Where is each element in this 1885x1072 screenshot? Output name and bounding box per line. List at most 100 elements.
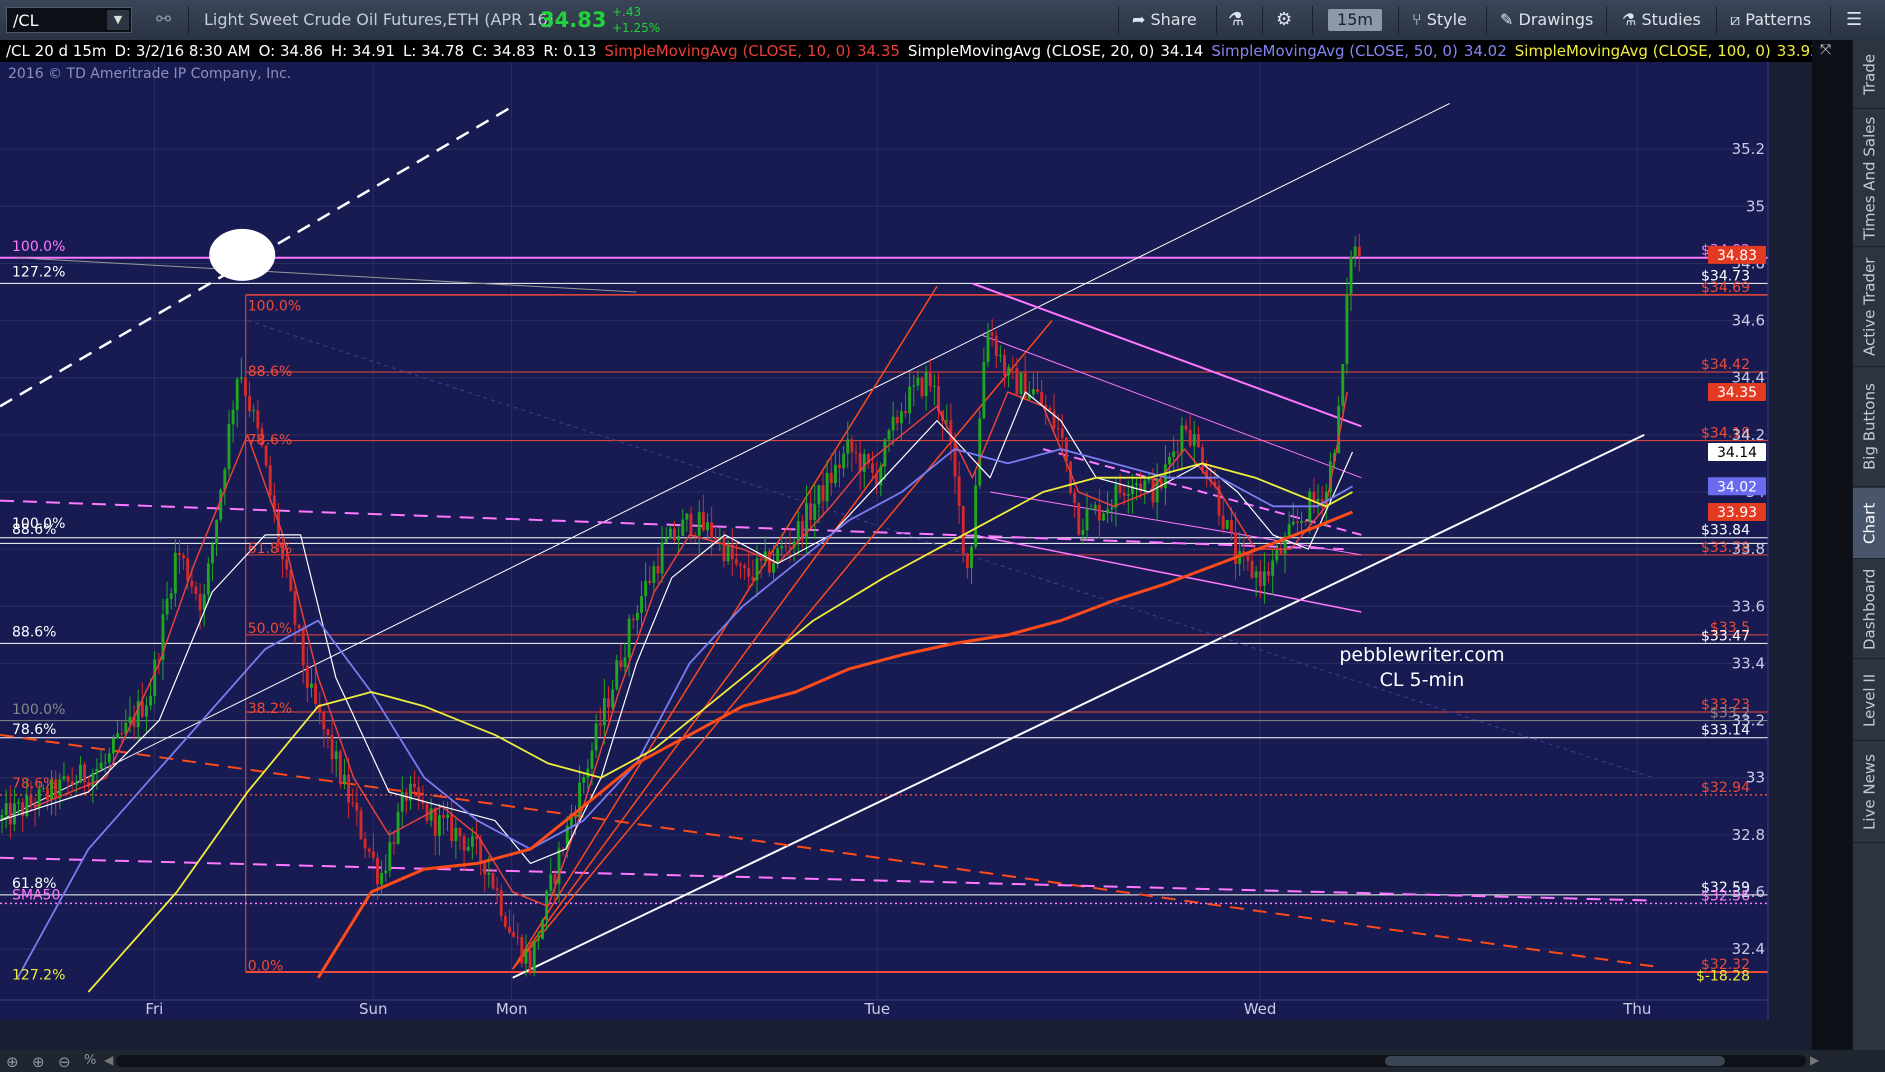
candle-body [12, 803, 16, 825]
candle-body [912, 385, 916, 387]
sma50-value: 34.02 [1463, 42, 1507, 60]
tab-trade[interactable]: Trade [1853, 40, 1885, 109]
chart-plot-area[interactable]: $34.82$34.73$34.69$34.42$34.18$33.84$33.… [0, 62, 1770, 1020]
candle-body [904, 411, 907, 414]
patterns-button[interactable]: ⧄ Patterns [1730, 0, 1811, 40]
symbol-input[interactable]: /CL ▼ [6, 7, 132, 33]
percent-scale-icon[interactable]: % [84, 1053, 96, 1068]
tab-active-trader[interactable]: Active Trader [1853, 248, 1885, 367]
tab-live-news[interactable]: Live News [1853, 742, 1885, 843]
candle-body [710, 522, 714, 539]
candle-body [701, 512, 705, 531]
candle-body [767, 551, 771, 573]
candle-body [182, 555, 186, 559]
studies-button[interactable]: ⚗ Studies [1622, 0, 1701, 40]
sma50-label[interactable]: SimpleMovingAvg (CLOSE, 50, 0) [1211, 42, 1457, 60]
sma20-label[interactable]: SimpleMovingAvg (CLOSE, 20, 0) [908, 42, 1154, 60]
candle-body [664, 538, 668, 543]
pan-icon[interactable]: ⊕ [6, 1053, 19, 1071]
candle-body [986, 332, 990, 363]
candle-body [689, 513, 693, 535]
scroll-left-icon[interactable]: ◀ [104, 1053, 113, 1067]
candle-body [916, 377, 920, 386]
sma10-label[interactable]: SimpleMovingAvg (CLOSE, 10, 0) [605, 42, 851, 60]
candle-body [673, 528, 676, 541]
crosshair-toggle-icon[interactable]: ⤧ [1820, 42, 1831, 58]
candle-body [116, 733, 120, 739]
drawings-button[interactable]: ✎ Drawings [1500, 0, 1593, 40]
price-change-pct: +1.25% [612, 21, 661, 35]
zoom-out-icon[interactable]: ⊖ [58, 1053, 71, 1071]
last-price: 34.83 [540, 8, 607, 32]
candle-body [1349, 256, 1353, 295]
tab-dashboard[interactable]: Dashboard [1853, 560, 1885, 659]
style-button[interactable]: ⑂ Style [1412, 0, 1467, 40]
symbol-dropdown-chevron-icon[interactable]: ▼ [107, 10, 129, 30]
candle-body [206, 563, 210, 595]
zoom-in-icon[interactable]: ⊕ [32, 1053, 45, 1071]
candle-body [788, 547, 792, 549]
tab-level-ii[interactable]: Level II [1853, 660, 1885, 741]
candle-body [751, 576, 755, 581]
candle-body [1180, 425, 1184, 453]
candle-body [417, 787, 421, 800]
right-side-panel: Trade Times And Sales Active Trader Big … [1852, 40, 1885, 1050]
candle-body [875, 472, 879, 486]
y-axis-tick-label: 35 [1746, 197, 1765, 215]
flask-studies-icon: ⚗ [1622, 10, 1637, 29]
sma100-label[interactable]: SimpleMovingAvg (CLOSE, 100, 0) [1515, 42, 1771, 60]
fib-label: 78.6% [12, 722, 56, 738]
menu-icon[interactable]: ☰ [1846, 0, 1862, 40]
candle-body [668, 528, 672, 539]
candle-body [635, 612, 639, 621]
fib-label: 78.6% [12, 776, 56, 792]
scroll-right-icon[interactable]: ▶ [1810, 1053, 1819, 1067]
candle-body [83, 764, 87, 783]
fib-label: 88.6% [248, 364, 292, 380]
chart-svg[interactable]: $34.82$34.73$34.69$34.42$34.18$33.84$33.… [0, 62, 1770, 1020]
fib-label: 88.6% [12, 625, 56, 641]
candle-body [796, 521, 800, 542]
sma20-value: 34.14 [1160, 42, 1204, 60]
candle-body [1262, 571, 1266, 586]
candle-body [173, 552, 177, 594]
candle-body [79, 764, 82, 783]
share-button[interactable]: ➦ Share [1132, 0, 1197, 40]
gear-icon[interactable]: ⚙ [1276, 0, 1292, 40]
candle-body [739, 563, 742, 566]
fib-label: 38.2% [248, 701, 292, 717]
tab-big-buttons[interactable]: Big Buttons [1853, 368, 1885, 487]
candle-body [285, 559, 289, 570]
candle-body [425, 803, 429, 821]
candle-body [619, 660, 623, 667]
candle-body [25, 795, 29, 816]
candle-body [541, 919, 544, 939]
link-icon[interactable]: ⚯ [156, 0, 171, 40]
fib-label: SMA50 [12, 888, 60, 904]
candle-body [640, 596, 643, 613]
tab-times-and-sales[interactable]: Times And Sales [1853, 110, 1885, 247]
candle-body [528, 950, 532, 972]
flask-icon[interactable]: ⚗ [1228, 0, 1244, 40]
style-icon: ⑂ [1412, 10, 1422, 29]
candle-body [277, 511, 280, 545]
time-scrollbar-thumb[interactable] [1385, 1056, 1725, 1066]
candle-body [454, 828, 458, 842]
candle-body [1267, 571, 1270, 576]
interval-selector[interactable]: 15m [1328, 9, 1382, 31]
tab-chart[interactable]: Chart [1853, 488, 1885, 559]
bar-high: H: 34.91 [330, 42, 395, 60]
candle-body [1114, 484, 1118, 508]
candle-body [512, 932, 516, 937]
candle-body [186, 558, 190, 581]
candle-body [112, 738, 115, 754]
candle-body [503, 915, 507, 927]
candle-body [1304, 520, 1308, 522]
x-axis-label: Sun [359, 1000, 388, 1018]
candle-body [314, 683, 318, 704]
candle-body [1069, 461, 1072, 493]
candle-body [871, 463, 874, 473]
candle-body [165, 598, 169, 615]
candle-body [66, 776, 70, 782]
candle-body [355, 803, 359, 811]
